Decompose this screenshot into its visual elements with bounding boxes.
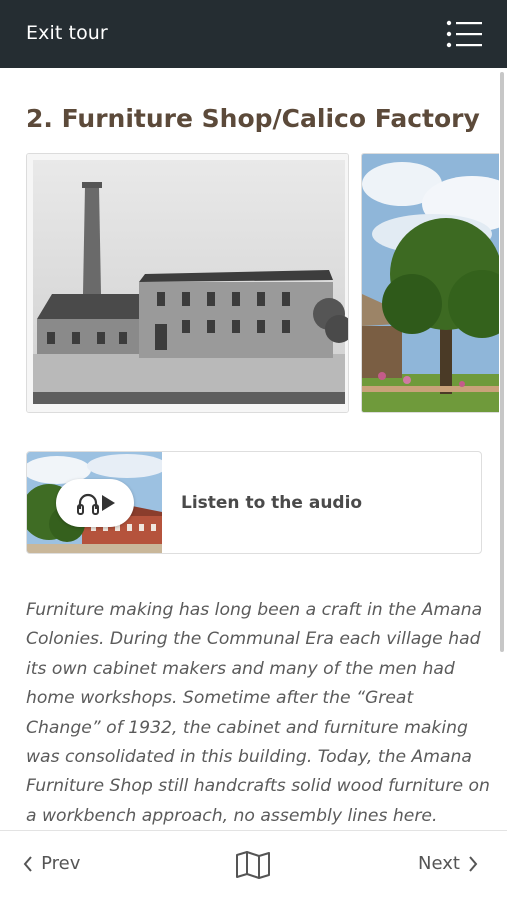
- audio-card[interactable]: Listen to the audio: [26, 451, 482, 554]
- historic-factory-photo[interactable]: [26, 153, 349, 413]
- chevron-left-icon: [23, 855, 32, 872]
- photo-gallery[interactable]: [26, 153, 499, 413]
- chevron-right-icon: [469, 855, 478, 872]
- prev-button[interactable]: Prev: [22, 853, 80, 879]
- next-label: Next: [418, 853, 460, 874]
- stop-description: Furniture making has long been a craft i…: [26, 600, 490, 826]
- tree-and-building-photo[interactable]: [361, 153, 499, 413]
- prev-label: Prev: [41, 853, 81, 874]
- audio-play-button[interactable]: [56, 479, 134, 527]
- exit-tour-button[interactable]: Exit tour: [26, 22, 108, 44]
- menu-list-icon[interactable]: [446, 18, 482, 50]
- scrollbar-thumb[interactable]: [500, 72, 504, 652]
- headphones-play-icon: [77, 493, 115, 515]
- map-icon[interactable]: [235, 851, 271, 879]
- top-bar: Exit tour: [0, 0, 507, 68]
- listen-audio-label[interactable]: Listen to the audio: [181, 493, 362, 513]
- audio-thumbnail: [27, 452, 167, 553]
- page-title: 2. Furniture Shop/Calico Factory: [26, 104, 480, 133]
- next-button[interactable]: Next: [418, 853, 479, 879]
- bottom-nav: Prev Next: [0, 830, 507, 900]
